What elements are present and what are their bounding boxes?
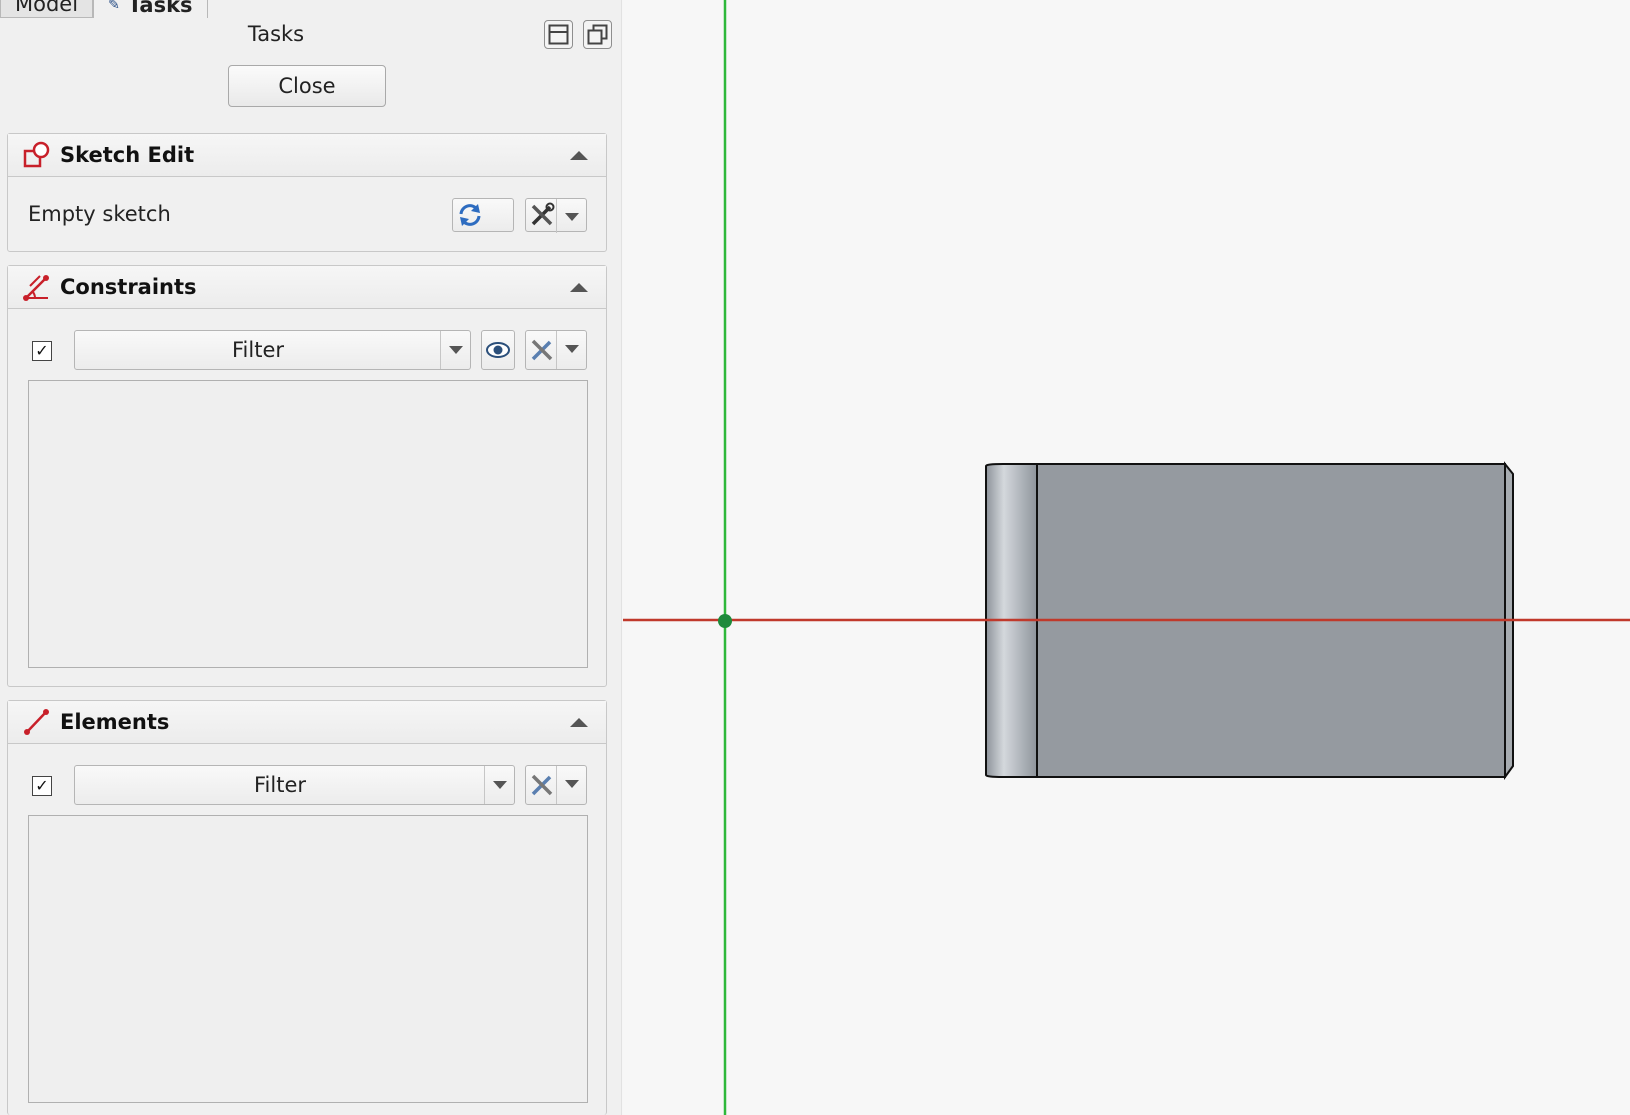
panel-tabbar: Model ✎ Tasks <box>0 0 208 18</box>
tools-icon <box>531 202 555 226</box>
constraints-visibility-button[interactable] <box>481 330 515 370</box>
dock-toggle-button[interactable] <box>544 20 573 49</box>
update-sketch-button[interactable] <box>452 198 514 232</box>
panel-title: Tasks <box>247 22 305 46</box>
elements-settings-menu[interactable] <box>525 765 587 805</box>
constraints-title: Constraints <box>60 275 197 299</box>
tools-icon <box>531 774 553 796</box>
sketch-status-label: Empty sketch <box>28 202 171 226</box>
sketch-edit-title: Sketch Edit <box>60 143 195 167</box>
constraints-filter-checkbox[interactable]: ✓ <box>32 341 52 361</box>
elements-filter-label: Filter <box>253 773 306 797</box>
line-element-icon <box>24 709 49 735</box>
restore-window-icon <box>587 24 608 45</box>
constraints-icon <box>23 275 49 301</box>
close-button[interactable]: Close <box>228 65 386 107</box>
collapse-icon[interactable] <box>570 151 588 160</box>
eye-icon <box>486 342 510 358</box>
freecad-window: Model ✎ Tasks Tasks Close Sketch Edit Em… <box>0 0 1630 1115</box>
3d-viewport[interactable] <box>623 0 1630 1115</box>
constraints-filter-label: Filter <box>231 338 284 362</box>
tools-icon <box>531 339 553 361</box>
elements-list[interactable] <box>28 815 588 1103</box>
refresh-icon <box>459 204 481 226</box>
chevron-down-icon <box>556 766 586 804</box>
chevron-down-icon <box>484 766 514 804</box>
elements-filter-combo[interactable]: Filter <box>74 765 515 805</box>
sketch-edit-panel: Sketch Edit Empty sketch <box>7 133 607 252</box>
tab-model-label: Model <box>15 0 79 16</box>
task-panel: Model ✎ Tasks Tasks Close Sketch Edit Em… <box>0 0 622 1115</box>
sketch-edit-icon <box>23 141 50 168</box>
constraints-header[interactable]: Constraints <box>8 266 606 309</box>
elements-panel: Elements ✓ Filter <box>7 700 607 1115</box>
sketch-settings-menu[interactable] <box>525 198 587 233</box>
constraints-panel: Constraints ✓ Filter <box>7 265 607 687</box>
constraints-filter-combo[interactable]: Filter <box>74 330 471 370</box>
tab-tasks-label: Tasks <box>127 0 193 17</box>
sketch-edit-header[interactable]: Sketch Edit <box>8 134 606 177</box>
collapse-icon[interactable] <box>570 718 588 727</box>
elements-title: Elements <box>60 710 170 734</box>
constraints-settings-menu[interactable] <box>525 330 587 370</box>
float-window-button[interactable] <box>583 20 612 49</box>
elements-filter-checkbox[interactable]: ✓ <box>32 776 52 796</box>
chevron-down-icon <box>556 331 586 369</box>
tab-tasks[interactable]: ✎ Tasks <box>93 0 208 18</box>
chevron-down-icon <box>556 199 586 233</box>
elements-header[interactable]: Elements <box>8 701 606 744</box>
constraints-list[interactable] <box>28 380 588 668</box>
origin-point[interactable] <box>718 614 732 628</box>
chevron-down-icon <box>440 331 470 369</box>
collapse-icon[interactable] <box>570 283 588 292</box>
tasks-icon: ✎ <box>108 0 120 13</box>
sketch-canvas[interactable] <box>623 0 1630 1115</box>
dock-window-icon <box>548 24 569 45</box>
tab-model[interactable]: Model <box>0 0 94 18</box>
